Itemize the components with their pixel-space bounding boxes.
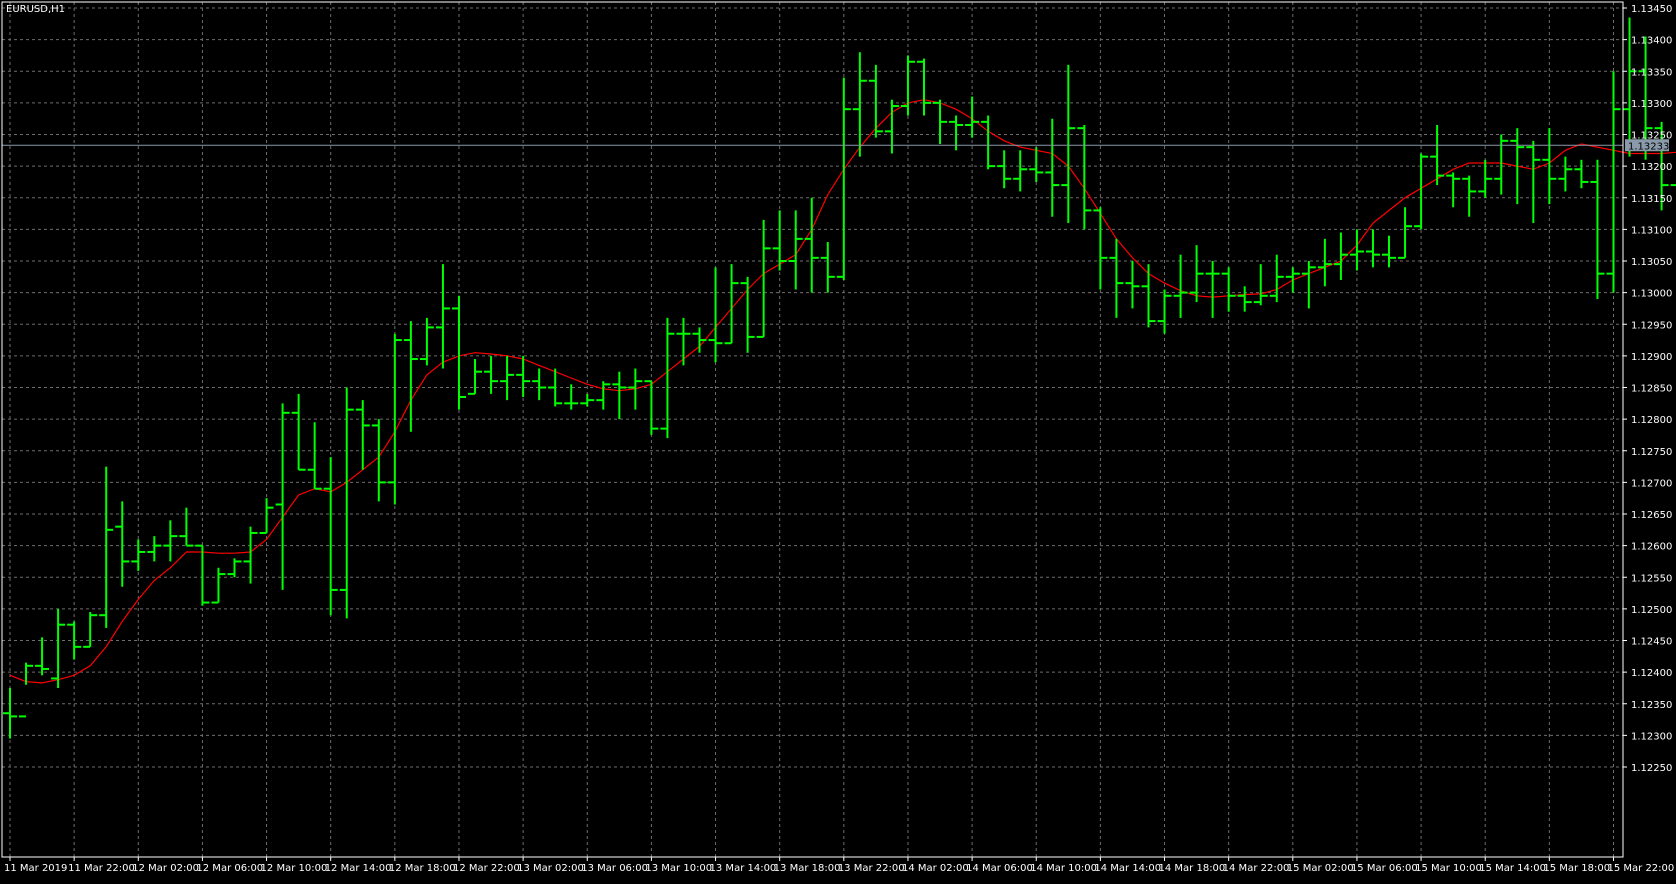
x-tick-label: 13 Mar 02:00 [517, 863, 584, 874]
y-tick-label: 1.12900 [1631, 352, 1672, 363]
y-tick-label: 1.12300 [1631, 731, 1672, 742]
x-tick-label: 11 Mar 22:00 [68, 863, 135, 874]
y-tick-label: 1.13450 [1631, 4, 1672, 15]
y-tick-label: 1.13000 [1631, 289, 1672, 300]
x-tick-label: 14 Mar 18:00 [1159, 863, 1226, 874]
chart-window[interactable]: 1.13233 1.13450 1.13400 1.13350 1.13300 1.13… [0, 0, 1676, 879]
x-tick-label: 12 Mar 10:00 [261, 863, 328, 874]
y-tick-label: 1.13300 [1631, 99, 1672, 110]
y-tick-label: 1.13400 [1631, 36, 1672, 47]
chart-background [0, 0, 1676, 879]
x-tick-label: 15 Mar 18:00 [1543, 863, 1610, 874]
y-tick-label: 1.13100 [1631, 225, 1672, 236]
x-tick-label: 14 Mar 14:00 [1094, 863, 1161, 874]
current-price-label: 1.13233 [1628, 141, 1669, 152]
y-tick-label: 1.12400 [1631, 668, 1672, 679]
x-tick-label: 12 Mar 06:00 [196, 863, 263, 874]
y-tick-label: 1.12950 [1631, 320, 1672, 331]
x-tick-label: 12 Mar 02:00 [132, 863, 199, 874]
x-tick-label: 13 Mar 06:00 [581, 863, 648, 874]
x-tick-label: 15 Mar 06:00 [1351, 863, 1418, 874]
x-tick-label: 12 Mar 14:00 [325, 863, 392, 874]
x-tick-label: 13 Mar 18:00 [774, 863, 841, 874]
symbol-label: EURUSD,H1 [6, 4, 65, 15]
x-tick-label: 15 Mar 14:00 [1479, 863, 1546, 874]
y-tick-label: 1.12450 [1631, 637, 1672, 648]
y-tick-label: 1.12850 [1631, 384, 1672, 395]
x-tick-label: 13 Mar 22:00 [838, 863, 905, 874]
x-tick-label: 13 Mar 14:00 [710, 863, 777, 874]
y-tick-label: 1.12750 [1631, 447, 1672, 458]
y-tick-label: 1.12600 [1631, 542, 1672, 553]
x-tick-label: 15 Mar 02:00 [1287, 863, 1354, 874]
x-tick-label: 12 Mar 22:00 [453, 863, 520, 874]
y-tick-label: 1.12250 [1631, 763, 1672, 774]
y-tick-label: 1.12550 [1631, 573, 1672, 584]
y-tick-label: 1.12500 [1631, 605, 1672, 616]
x-tick-label: 11 Mar 2019 [4, 863, 67, 874]
y-tick-label: 1.12800 [1631, 415, 1672, 426]
x-tick-label: 15 Mar 22:00 [1608, 863, 1675, 874]
y-tick-label: 1.12650 [1631, 510, 1672, 521]
x-tick-label: 14 Mar 10:00 [1030, 863, 1097, 874]
x-tick-label: 15 Mar 10:00 [1415, 863, 1482, 874]
x-tick-label: 13 Mar 10:00 [645, 863, 712, 874]
y-tick-label: 1.13350 [1631, 67, 1672, 78]
x-tick-label: 14 Mar 22:00 [1223, 863, 1290, 874]
y-tick-label: 1.12700 [1631, 478, 1672, 489]
y-tick-label: 1.13150 [1631, 194, 1672, 205]
y-tick-label: 1.13200 [1631, 162, 1672, 173]
y-tick-label: 1.13250 [1631, 131, 1672, 142]
x-tick-label: 14 Mar 02:00 [902, 863, 969, 874]
y-tick-label: 1.12350 [1631, 700, 1672, 711]
y-tick-label: 1.13050 [1631, 257, 1672, 268]
x-tick-label: 12 Mar 18:00 [389, 863, 456, 874]
x-tick-label: 14 Mar 06:00 [966, 863, 1033, 874]
price-chart[interactable]: 1.13233 1.13450 1.13400 1.13350 1.13300 1.13… [0, 0, 1676, 879]
